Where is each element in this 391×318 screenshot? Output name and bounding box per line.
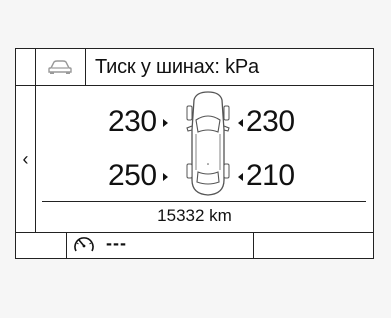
tire-pressure-front-left: 230 [108,105,157,138]
arrow-left-icon [238,119,243,127]
arrow-left-icon [238,173,243,181]
tire-pressure-rear-left: 250 [108,159,157,192]
footer-cell-empty-right [253,233,373,258]
arrow-right-icon [163,119,168,127]
header-bar: Тиск у шинах: kPa [16,49,373,86]
header-left-cell [16,49,36,85]
divider [42,201,366,202]
arrow-right-icon [163,173,168,181]
car-icon [48,60,72,74]
speedometer-icon [74,237,94,252]
footer-bar: --- [16,232,373,258]
tire-pressure-screen: Тиск у шинах: kPa ‹ 230 230 250 210 1533… [15,48,374,259]
chevron-left-icon: ‹ [22,148,29,169]
page-title: Тиск у шинах: kPa [95,56,259,78]
footer-value: --- [106,233,127,253]
header-icon-cell [35,49,86,85]
footer-cell-empty [16,233,67,258]
footer-cell-speed: --- [66,233,254,258]
tire-pressure-rear-right: 210 [246,159,295,192]
odometer-value: 15332 km [157,206,232,225]
tire-pressure-front-right: 230 [246,105,295,138]
car-top-view-icon [186,91,230,196]
